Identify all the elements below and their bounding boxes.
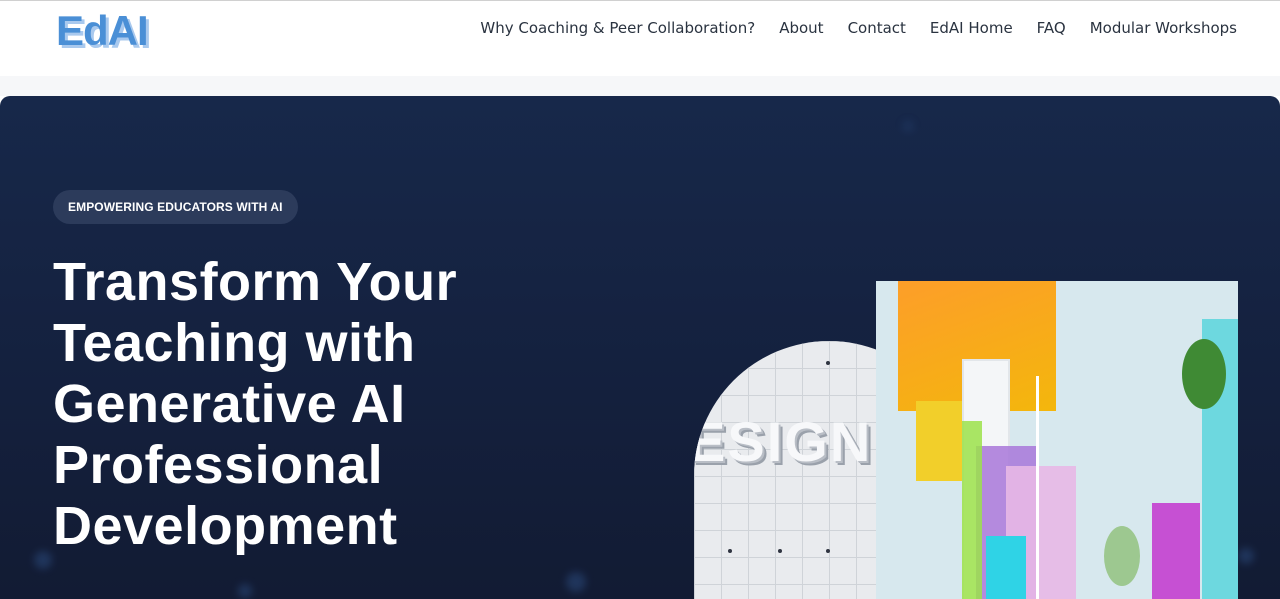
bokeh-dot xyxy=(34,551,52,569)
city-blocks-image xyxy=(876,281,1238,599)
tree xyxy=(1182,339,1226,409)
nav-contact[interactable]: Contact xyxy=(848,19,906,37)
main-nav: Why Coaching & Peer Collaboration? About… xyxy=(480,19,1237,37)
site-header: EdAI Why Coaching & Peer Collaboration? … xyxy=(0,0,1280,77)
grid-dot xyxy=(778,549,782,553)
nav-why-coaching[interactable]: Why Coaching & Peer Collaboration? xyxy=(480,19,755,37)
hero-badge: EMPOWERING EDUCATORS WITH AI xyxy=(53,190,298,224)
hero-headline: Transform Your Teaching with Generative … xyxy=(53,252,458,556)
bokeh-dot xyxy=(902,120,914,132)
nav-faq[interactable]: FAQ xyxy=(1037,19,1066,37)
design-word: ESIGN xyxy=(694,410,873,473)
cyan-block xyxy=(986,536,1026,599)
wind-turbine xyxy=(1036,376,1039,599)
bokeh-dot xyxy=(1238,548,1254,564)
nav-about[interactable]: About xyxy=(779,19,823,37)
grid-dot xyxy=(728,549,732,553)
grid-dot xyxy=(826,549,830,553)
magenta-block xyxy=(1152,503,1200,599)
small-tree xyxy=(1104,526,1140,586)
edai-logo[interactable]: EdAI xyxy=(56,7,149,55)
header-divider xyxy=(0,76,1280,96)
nav-modular-workshops[interactable]: Modular Workshops xyxy=(1090,19,1237,37)
grid-dot xyxy=(826,361,830,365)
hero-section: EMPOWERING EDUCATORS WITH AI Transform Y… xyxy=(0,96,1280,599)
green-block xyxy=(962,421,982,599)
hero-illustration: ESIGN xyxy=(694,281,1238,599)
nav-edai-home[interactable]: EdAI Home xyxy=(930,19,1013,37)
bokeh-dot xyxy=(238,584,252,598)
page: EdAI Why Coaching & Peer Collaboration? … xyxy=(0,0,1280,599)
bokeh-dot xyxy=(566,572,586,592)
